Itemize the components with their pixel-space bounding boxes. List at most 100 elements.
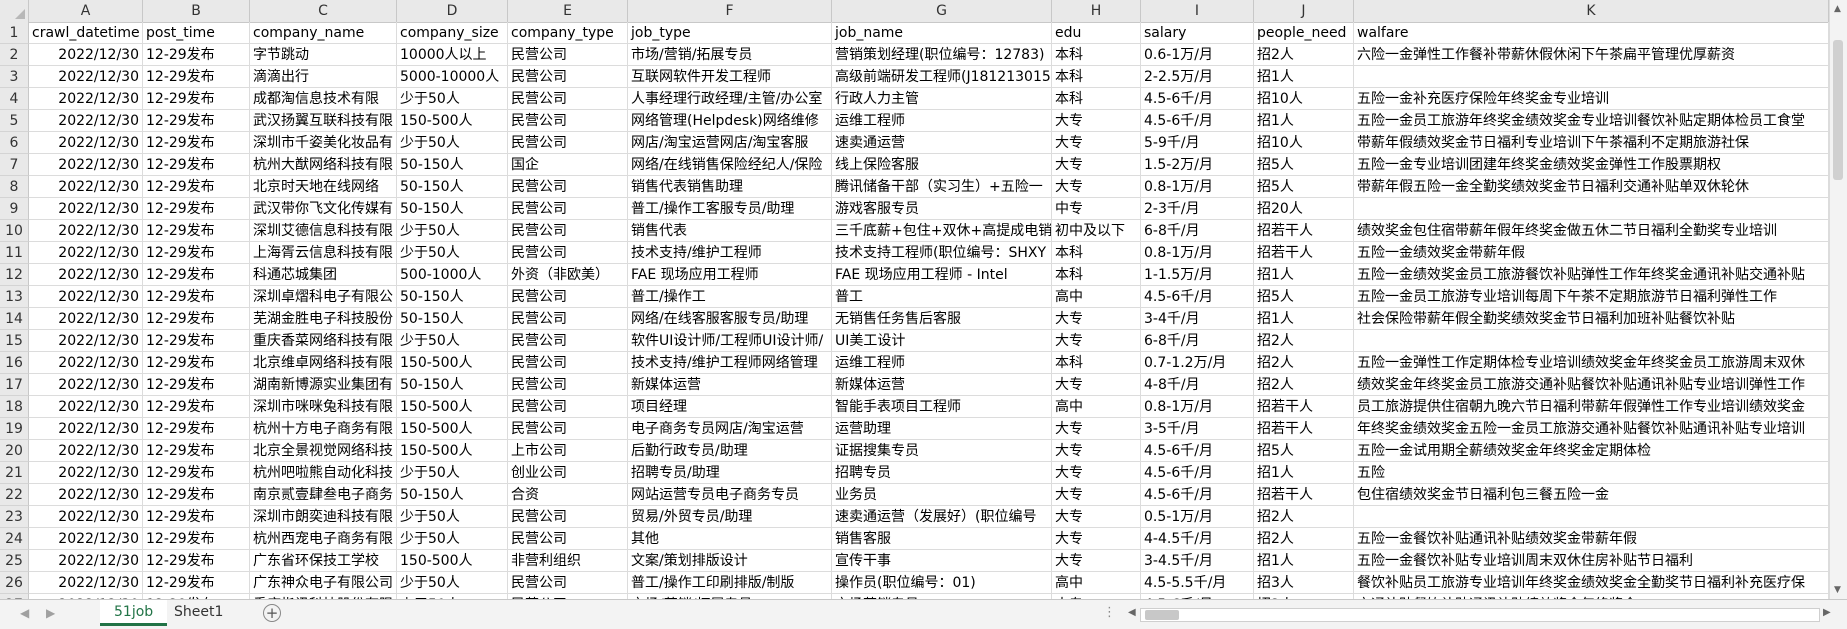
table-cell[interactable]: 杭州大猷网络科技有限	[250, 154, 397, 176]
table-cell[interactable]: 武汉带你飞文化传媒有	[250, 198, 397, 220]
table-cell[interactable]: 4.5-6千/月	[1141, 286, 1254, 308]
column-header-j[interactable]: J	[1254, 0, 1354, 22]
table-cell[interactable]: 2022/12/30	[29, 88, 143, 110]
table-cell[interactable]: 员工旅游提供住宿朝九晚六节日福利带薪年假弹性工作专业培训绩效奖金	[1354, 396, 1829, 418]
table-cell[interactable]: 0.7-1.2万/月	[1141, 352, 1254, 374]
table-cell[interactable]: 高中	[1052, 396, 1141, 418]
header-cell[interactable]: people_need	[1254, 22, 1354, 44]
table-cell[interactable]: 招10人	[1254, 88, 1354, 110]
row-header[interactable]: 18	[0, 396, 29, 418]
table-cell[interactable]: 150-500人	[397, 110, 508, 132]
table-cell[interactable]: 五险一金绩效奖金带薪年假	[1354, 242, 1829, 264]
header-cell[interactable]: job_type	[628, 22, 832, 44]
table-cell[interactable]: 大专	[1052, 110, 1141, 132]
ellipsis-icon[interactable]: ⋮	[1103, 605, 1116, 620]
table-cell[interactable]: 非营利组织	[508, 550, 628, 572]
table-cell[interactable]: 0.5-1万/月	[1141, 506, 1254, 528]
table-cell[interactable]: 成都淘信息技术有限	[250, 88, 397, 110]
table-cell[interactable]: 招10人	[1254, 132, 1354, 154]
table-cell[interactable]: 民营公司	[508, 198, 628, 220]
table-cell[interactable]: 大专	[1052, 374, 1141, 396]
table-cell[interactable]: 招2人	[1254, 374, 1354, 396]
table-cell[interactable]: 招聘专员	[832, 462, 1052, 484]
column-header-c[interactable]: C	[250, 0, 397, 22]
table-cell[interactable]: 招1人	[1254, 308, 1354, 330]
row-header[interactable]: 21	[0, 462, 29, 484]
header-cell[interactable]: company_size	[397, 22, 508, 44]
row-header[interactable]: 4	[0, 88, 29, 110]
table-cell[interactable]: 2022/12/30	[29, 110, 143, 132]
table-cell[interactable]: 少于50人	[397, 88, 508, 110]
table-cell[interactable]: 国企	[508, 154, 628, 176]
table-cell[interactable]: 五险一金餐饮补贴通讯补贴绩效奖金带薪年假	[1354, 528, 1829, 550]
table-cell[interactable]: 12-29发布	[143, 242, 250, 264]
table-cell[interactable]: 2-3千/月	[1141, 198, 1254, 220]
table-cell[interactable]: 12-29发布	[143, 88, 250, 110]
vertical-scrollbar[interactable]: ▲ ▼	[1829, 0, 1847, 599]
table-cell[interactable]: 带薪年假绩效奖金节日福利专业培训下午茶福利不定期旅游社保	[1354, 132, 1829, 154]
table-cell[interactable]: 3-4千/月	[1141, 308, 1254, 330]
table-cell[interactable]: 3-4.5千/月	[1141, 550, 1254, 572]
table-cell[interactable]: 500-1000人	[397, 264, 508, 286]
table-cell[interactable]: 50-150人	[397, 154, 508, 176]
table-cell[interactable]: 大专	[1052, 176, 1141, 198]
table-cell[interactable]: 网站运营专员电子商务专员	[628, 484, 832, 506]
table-cell[interactable]	[1354, 330, 1829, 352]
table-cell[interactable]: 大专	[1052, 308, 1141, 330]
table-cell[interactable]: 创业公司	[508, 462, 628, 484]
table-cell[interactable]: 软件UI设计师/工程师UI设计师/	[628, 330, 832, 352]
table-cell[interactable]: 新媒体运营	[628, 374, 832, 396]
table-cell[interactable]: 2022/12/30	[29, 374, 143, 396]
table-cell[interactable]: 2022/12/30	[29, 176, 143, 198]
table-cell[interactable]: 50-150人	[397, 308, 508, 330]
horizontal-scroll-thumb[interactable]	[1145, 610, 1179, 620]
row-header[interactable]: 13	[0, 286, 29, 308]
row-header[interactable]: 20	[0, 440, 29, 462]
table-cell[interactable]: 3-5千/月	[1141, 418, 1254, 440]
header-cell[interactable]: post_time	[143, 22, 250, 44]
sheet-tab-51job[interactable]: 51job	[100, 600, 168, 626]
header-cell[interactable]: walfare	[1354, 22, 1829, 44]
column-header-d[interactable]: D	[397, 0, 508, 22]
table-cell[interactable]: 少于50人	[397, 506, 508, 528]
table-cell[interactable]: 销售客服	[832, 528, 1052, 550]
table-cell[interactable]: 高级前端研发工程师(J181213015	[832, 66, 1052, 88]
table-cell[interactable]: 本科	[1052, 352, 1141, 374]
table-cell[interactable]: 民营公司	[508, 286, 628, 308]
spreadsheet-grid[interactable]: ABCDEFGHIJK 1 crawl_datetime post_time comp…	[0, 0, 1829, 599]
table-cell[interactable]: 深圳卓熠科电子有限公	[250, 286, 397, 308]
table-cell[interactable]: 五险一金补充医疗保险年终奖金专业培训	[1354, 88, 1829, 110]
table-cell[interactable]	[1354, 198, 1829, 220]
table-cell[interactable]: 1.5-2万/月	[1141, 154, 1254, 176]
table-cell[interactable]: 广东省环保技工学校	[250, 550, 397, 572]
table-cell[interactable]: 大专	[1052, 132, 1141, 154]
table-cell[interactable]: 招5人	[1254, 154, 1354, 176]
table-cell[interactable]: 大专	[1052, 506, 1141, 528]
table-cell[interactable]: 民营公司	[508, 308, 628, 330]
row-header[interactable]: 2	[0, 44, 29, 66]
table-cell[interactable]: 大专	[1052, 528, 1141, 550]
table-cell[interactable]: 深圳市千姿美化妆品有	[250, 132, 397, 154]
table-cell[interactable]: 少于50人	[397, 528, 508, 550]
table-cell[interactable]: 智能手表项目工程师	[832, 396, 1052, 418]
table-cell[interactable]: 民营公司	[508, 220, 628, 242]
table-cell[interactable]: 高中	[1052, 286, 1141, 308]
table-cell[interactable]: 其他	[628, 528, 832, 550]
table-cell[interactable]: 杭州西宠电子商务有限	[250, 528, 397, 550]
table-cell[interactable]: 招2人	[1254, 506, 1354, 528]
table-cell[interactable]: 技术支持/维护工程师网络管理	[628, 352, 832, 374]
header-cell[interactable]: company_name	[250, 22, 397, 44]
row-header[interactable]: 22	[0, 484, 29, 506]
table-cell[interactable]: 线上保险客服	[832, 154, 1052, 176]
table-cell[interactable]: 1-1.5万/月	[1141, 264, 1254, 286]
table-cell[interactable]: 电子商务专员网店/淘宝运营	[628, 418, 832, 440]
table-cell[interactable]: 招若干人	[1254, 418, 1354, 440]
table-cell[interactable]: 12-29发布	[143, 264, 250, 286]
table-cell[interactable]: 150-500人	[397, 418, 508, 440]
table-cell[interactable]: 后勤行政专员/助理	[628, 440, 832, 462]
table-cell[interactable]: 12-29发布	[143, 572, 250, 594]
table-cell[interactable]: 民营公司	[508, 506, 628, 528]
row-header[interactable]: 24	[0, 528, 29, 550]
table-cell[interactable]: 民营公司	[508, 110, 628, 132]
table-cell[interactable]: 贸易/外贸专员/助理	[628, 506, 832, 528]
